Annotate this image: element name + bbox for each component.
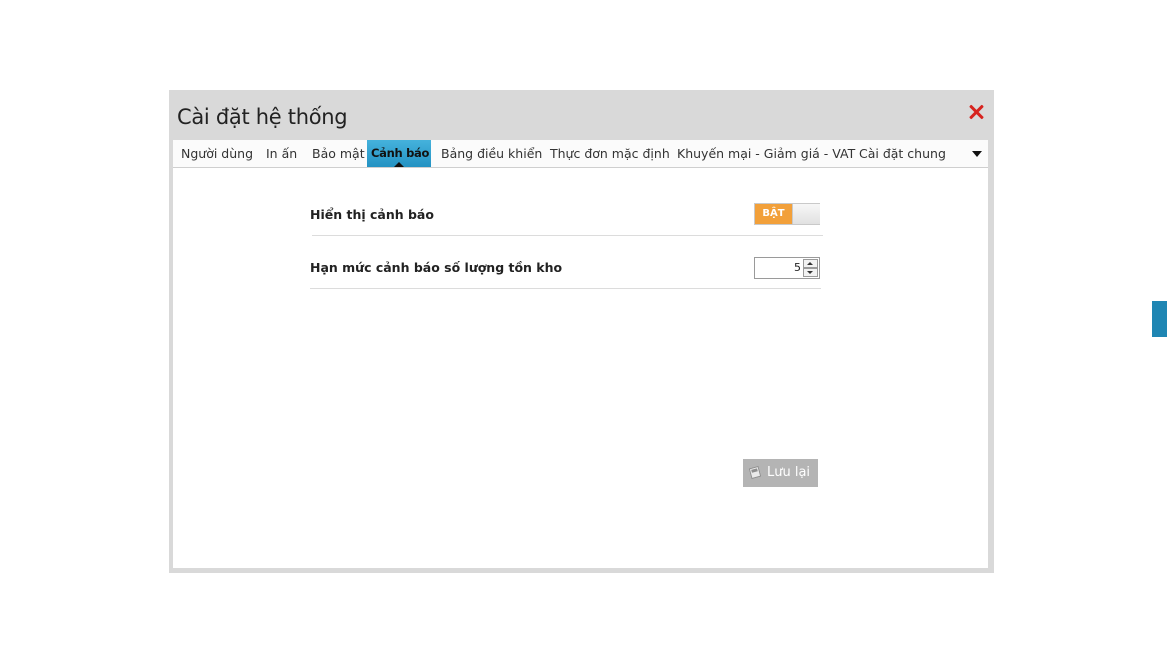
stock-threshold-label: Hạn mức cảnh báo số lượng tồn kho (310, 260, 563, 275)
tab-dashboard[interactable]: Bảng điều khiển (437, 140, 546, 167)
stock-threshold-value[interactable]: 5 (755, 258, 801, 278)
dialog-title: Cài đặt hệ thống (177, 105, 348, 129)
toggle-on-label: BẬT (755, 204, 792, 224)
tab-security[interactable]: Bảo mật (308, 140, 369, 167)
save-button[interactable]: Lưu lại (743, 459, 818, 487)
settings-dialog: Cài đặt hệ thống Người dùng In ấn Bảo mậ… (169, 90, 994, 573)
close-icon[interactable] (966, 102, 986, 122)
tabs-overflow-chevron-down-icon[interactable] (968, 140, 986, 167)
save-icon (748, 465, 762, 480)
tab-bar: Người dùng In ấn Bảo mật Cảnh báo Bảng đ… (173, 140, 988, 168)
tab-printing[interactable]: In ấn (262, 140, 301, 167)
show-warning-label: Hiển thị cảnh báo (310, 207, 434, 222)
warnings-panel: Hiển thị cảnh báo BẬT Hạn mức cảnh báo s… (173, 168, 988, 568)
stock-threshold-stepper[interactable]: 5 (754, 257, 820, 279)
save-button-label: Lưu lại (767, 465, 811, 480)
tab-warnings[interactable]: Cảnh báo (367, 140, 431, 167)
toggle-knob (792, 204, 820, 224)
tab-promotions[interactable]: Khuyến mại - Giảm giá - VAT (673, 140, 859, 167)
tab-default-menu[interactable]: Thực đơn mặc định (546, 140, 674, 167)
row-divider (312, 235, 823, 236)
row-divider (310, 288, 821, 289)
show-warning-toggle[interactable]: BẬT (754, 203, 820, 225)
decrement-arrow-icon[interactable] (803, 268, 818, 277)
tab-general[interactable]: Cài đặt chung (855, 140, 950, 167)
tab-users[interactable]: Người dùng (177, 140, 257, 167)
increment-arrow-icon[interactable] (803, 259, 818, 268)
side-panel-tab[interactable] (1152, 301, 1167, 337)
